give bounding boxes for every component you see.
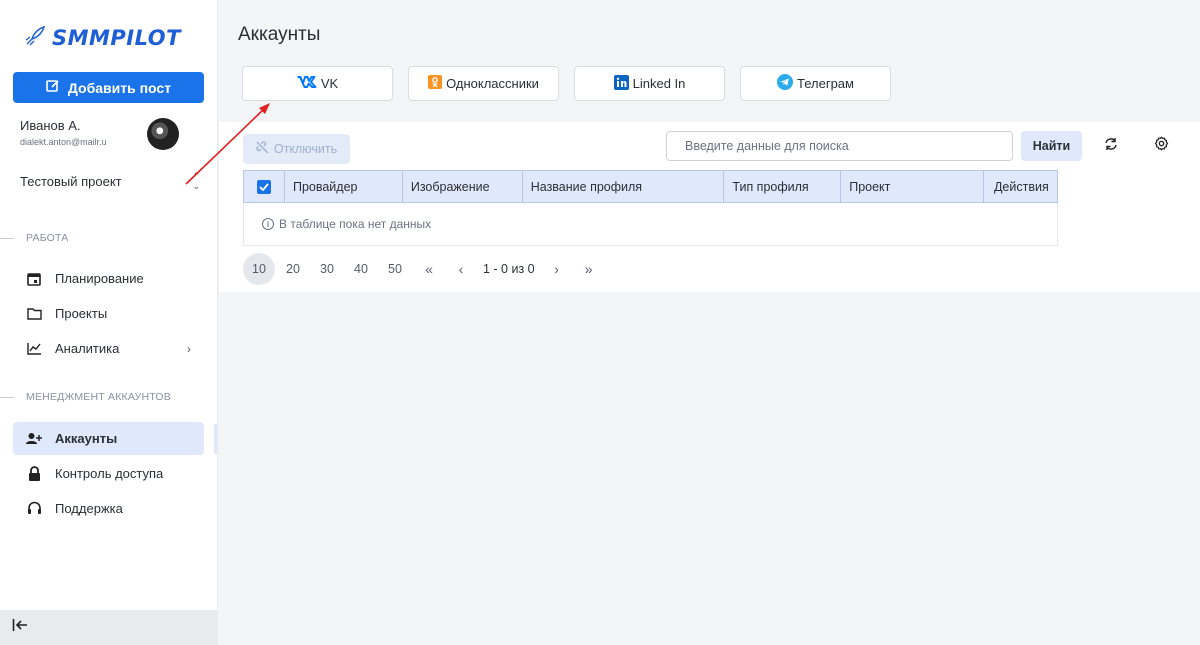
tab-telegram-label: Телеграм	[797, 76, 854, 91]
sidebar-item-support[interactable]: Поддержка	[13, 492, 204, 525]
add-user-icon	[26, 431, 42, 447]
logo-text: SMMPILOT	[52, 26, 181, 50]
sidebar-item-label: Аналитика	[55, 341, 120, 356]
refresh-button[interactable]	[1101, 136, 1121, 156]
column-header-profile-type[interactable]: Тип профиля	[723, 170, 842, 203]
select-all-checkbox[interactable]	[257, 179, 271, 194]
add-post-button[interactable]: Добавить пост	[13, 72, 204, 103]
section-title-accounts-mgmt: МЕНЕДЖМЕНТ АККАУНТОВ	[0, 391, 171, 403]
accounts-table: Провайдер Изображение Название профиля Т…	[243, 170, 1059, 246]
disconnect-label: Отключить	[273, 142, 338, 156]
tab-vk-label: VK	[320, 76, 339, 91]
edit-icon	[46, 79, 60, 96]
table-header-row: Провайдер Изображение Название профиля Т…	[243, 170, 1059, 203]
project-select-value: Тестовый проект	[20, 173, 122, 189]
page-size-option[interactable]: 40	[345, 253, 377, 285]
folder-icon	[26, 306, 42, 322]
lock-icon	[26, 466, 42, 482]
page-size-option[interactable]: 10	[243, 253, 275, 285]
sidebar-item-label: Аккаунты	[55, 431, 118, 446]
project-select[interactable]: Тестовый проект ⌃ ⌄	[20, 166, 200, 196]
sidebar-item-accounts[interactable]: Аккаунты	[13, 422, 204, 455]
info-icon: i	[262, 218, 274, 230]
tab-vk[interactable]: VK	[242, 66, 393, 101]
page-range-text: 1 - 0 из 0	[483, 262, 535, 276]
page-size-option[interactable]: 50	[379, 253, 411, 285]
search-input[interactable]	[666, 131, 1013, 161]
page-size-option[interactable]: 20	[277, 253, 309, 285]
brand-logo[interactable]: SMMPILOT	[24, 24, 181, 52]
settings-button[interactable]	[1151, 136, 1171, 156]
page-title: Аккаунты	[238, 24, 321, 45]
sidebar-item-label: Планирование	[55, 271, 144, 286]
column-header-actions: Действия	[982, 170, 1059, 203]
section-title-work: РАБОТА	[0, 232, 69, 244]
add-post-label: Добавить пост	[67, 79, 172, 96]
chevron-right-icon: ›	[187, 341, 191, 356]
rocket-icon	[24, 25, 46, 52]
sidebar-item-label: Поддержка	[55, 501, 123, 516]
pagination: 10 20 30 40 50 « ‹ 1 - 0 из 0 › »	[243, 253, 605, 285]
avatar[interactable]	[147, 118, 179, 150]
gear-icon	[1154, 136, 1169, 156]
sidebar-item-label: Контроль доступа	[55, 466, 164, 481]
find-button[interactable]: Найти	[1021, 131, 1082, 161]
tab-odnoklassniki[interactable]: Одноклассники	[408, 66, 559, 101]
collapse-sidebar-button[interactable]	[0, 610, 218, 645]
sidebar-item-projects[interactable]: Проекты	[13, 297, 204, 330]
calendar-icon	[26, 271, 42, 287]
user-email: dialekt.anton@mailr.u	[20, 137, 107, 147]
tab-linkedin[interactable]: Linked In	[574, 66, 725, 101]
unlink-icon	[256, 141, 269, 157]
sidebar: SMMPILOT Добавить пост Иванов А. dialekt…	[0, 0, 218, 645]
collapse-left-icon	[12, 618, 28, 637]
linkedin-icon	[613, 74, 629, 93]
table-empty-row: i В таблице пока нет данных	[243, 202, 1058, 246]
chart-icon	[26, 341, 42, 357]
sidebar-item-analytics[interactable]: Аналитика ›	[13, 332, 204, 365]
headset-icon	[26, 501, 42, 517]
disconnect-button[interactable]: Отключить	[243, 134, 350, 164]
tab-odnoklassniki-label: Одноклассники	[446, 76, 539, 91]
sidebar-item-access-control[interactable]: Контроль доступа	[13, 457, 204, 490]
empty-state-text: В таблице пока нет данных	[279, 217, 432, 231]
column-header-image[interactable]: Изображение	[401, 170, 523, 203]
refresh-icon	[1104, 137, 1118, 156]
column-header-provider[interactable]: Провайдер	[283, 170, 403, 203]
next-page-icon[interactable]: ›	[541, 253, 573, 285]
empty-state: i В таблице пока нет данных	[243, 202, 1058, 246]
page-size-option[interactable]: 30	[311, 253, 343, 285]
active-indicator	[214, 424, 217, 454]
column-header-profile-name[interactable]: Название профиля	[521, 170, 725, 203]
prev-page-icon[interactable]: ‹	[445, 253, 477, 285]
ok-icon	[428, 75, 443, 92]
select-all-checkbox-cell[interactable]	[243, 170, 285, 203]
last-page-icon[interactable]: »	[573, 253, 605, 285]
column-header-project[interactable]: Проект	[840, 170, 984, 203]
tab-telegram[interactable]: Телеграм	[740, 66, 891, 101]
tab-linkedin-label: Linked In	[632, 76, 686, 91]
first-page-icon[interactable]: «	[413, 253, 445, 285]
sidebar-item-planning[interactable]: Планирование	[13, 262, 204, 295]
user-name: Иванов А.	[20, 118, 81, 133]
chevron-updown-icon: ⌃ ⌄	[192, 171, 200, 191]
sidebar-item-label: Проекты	[55, 306, 108, 321]
telegram-icon	[777, 74, 794, 93]
vk-icon	[297, 76, 317, 91]
